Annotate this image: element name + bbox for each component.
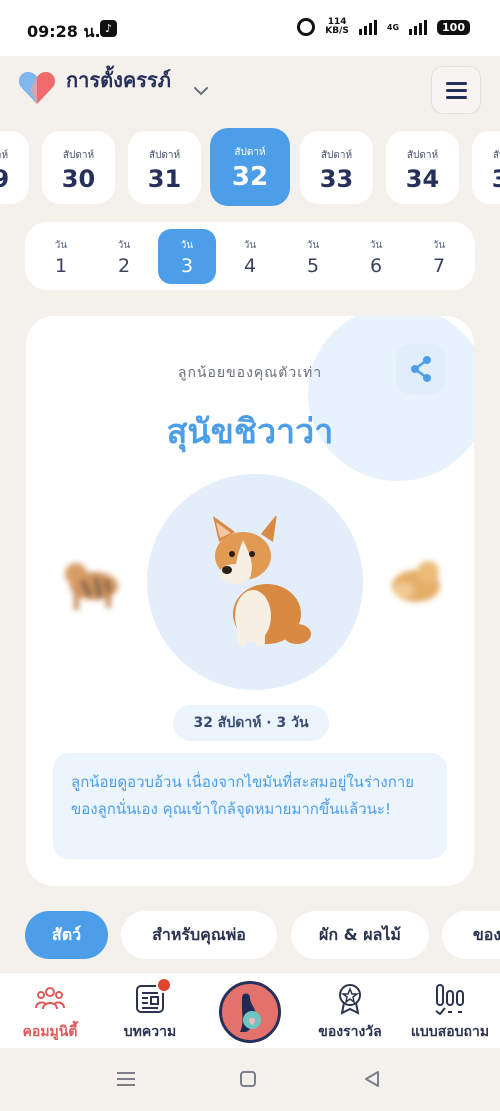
day-number: 7 — [432, 255, 446, 277]
status-icons: 114 KB/S 4G 100 — [297, 18, 470, 36]
nav-rewards-label: ของรางวัล — [318, 1024, 382, 1040]
week-number: 29 — [0, 165, 10, 193]
status-bar: 09:28 น. ♪ 114 KB/S 4G 100 — [0, 0, 500, 56]
status-time: 09:28 น. — [27, 22, 101, 41]
menu-button[interactable] — [431, 66, 481, 114]
week-item-active[interactable]: สัปดาห์ 32 — [210, 128, 290, 206]
day-item-active[interactable]: วัน 3 — [158, 229, 216, 284]
week-number: 30 — [61, 165, 96, 193]
week-day-badge: 32 สัปดาห์ · 3 วัน — [173, 705, 329, 741]
week-number: 31 — [147, 165, 182, 193]
baby-description: ลูกน้อยดูอวบอ้วน เนื่องจากไขมันที่สะสมอย… — [53, 753, 447, 859]
alarm-icon — [297, 18, 316, 36]
survey-icon — [435, 984, 464, 1015]
day-number: 3 — [180, 255, 194, 277]
tab-fruits-vegetables[interactable]: ผัก & ผลไม้ — [291, 911, 429, 959]
network-type: 4G — [386, 22, 400, 32]
baby-size-card: ลูกน้อยของคุณตัวเท่า สุนัขชิวาว่า 32 สัป… — [26, 316, 474, 886]
nav-articles[interactable]: บทความ — [100, 973, 200, 1049]
day-item[interactable]: วัน 4 — [221, 229, 279, 284]
network-speed-unit: KB/S — [325, 26, 349, 36]
category-tabs[interactable]: สัตว์ สำหรับคุณพ่อ ผัก & ผลไม้ ของ — [0, 908, 500, 964]
day-label: วัน — [180, 240, 194, 251]
pregnancy-icon — [226, 990, 274, 1038]
week-item[interactable]: สัปดาห์ 35 — [472, 131, 500, 204]
nav-community-label: คอมมูนิตี้ — [22, 1024, 78, 1040]
week-item[interactable]: สัปดาห์ 34 — [386, 131, 459, 204]
heart-logo-icon — [18, 72, 56, 104]
reward-badge-icon — [339, 984, 361, 1015]
week-label: สัปดาห์ — [406, 150, 439, 161]
week-item[interactable]: สัปดาห์ 29 — [0, 131, 29, 204]
network-speed: 114 KB/S — [325, 18, 349, 36]
day-item[interactable]: วัน 6 — [347, 229, 405, 284]
week-selector[interactable]: สัปดาห์ 29 สัปดาห์ 30 สัปดาห์ 31 สัปดาห์… — [0, 128, 500, 208]
day-label: วัน — [54, 240, 68, 251]
day-label: วัน — [369, 240, 383, 251]
day-item[interactable]: วัน 1 — [32, 229, 90, 284]
back-icon[interactable] — [363, 1070, 381, 1088]
week-label: สัปดาห์ — [0, 150, 9, 161]
nav-rewards[interactable]: ของรางวัล — [300, 973, 400, 1049]
week-item[interactable]: สัปดาห์ 31 — [128, 131, 201, 204]
app-header: การตั้งครรภ์ — [0, 56, 500, 126]
week-label: สัปดาห์ — [320, 150, 353, 161]
day-selector[interactable]: วัน 1 วัน 2 วัน 3 วัน 4 วัน 5 วัน 6 วัน … — [25, 222, 475, 290]
tiktok-icon: ♪ — [100, 20, 117, 37]
nav-survey[interactable]: แบบสอบถาม — [400, 973, 500, 1049]
nav-articles-label: บทความ — [123, 1024, 177, 1040]
recent-apps-icon[interactable] — [117, 1072, 135, 1086]
week-number: 32 — [231, 162, 269, 192]
share-icon — [411, 356, 431, 382]
nav-pregnancy-button[interactable] — [219, 981, 281, 1043]
previous-animal-image[interactable] — [60, 552, 124, 614]
hamburger-menu-icon — [446, 82, 467, 85]
week-item[interactable]: สัปดาห์ 33 — [300, 131, 373, 204]
system-navigation-bar — [0, 1048, 500, 1111]
day-label: วัน — [306, 240, 320, 251]
day-number: 2 — [117, 255, 131, 277]
day-label: วัน — [243, 240, 257, 251]
week-item[interactable]: สัปดาห์ 30 — [42, 131, 115, 204]
card-title: สุนัขชิวาว่า — [166, 412, 334, 452]
corgi-dog-image — [213, 516, 311, 646]
day-item[interactable]: วัน 7 — [410, 229, 468, 284]
battery-icon: 100 — [437, 19, 470, 35]
day-number: 6 — [369, 255, 383, 277]
week-label: สัปดาห์ — [234, 147, 266, 158]
next-animal-image[interactable] — [384, 556, 444, 608]
nav-community[interactable]: คอมมูนิตี้ — [0, 973, 100, 1049]
share-button[interactable] — [396, 344, 446, 394]
chevron-down-icon[interactable] — [190, 80, 212, 102]
day-item[interactable]: วัน 2 — [95, 229, 153, 284]
week-number: 34 — [405, 165, 440, 193]
day-label: วัน — [432, 240, 446, 251]
bottom-navigation: คอมมูนิตี้ บทความ ของรางวัล แบบสอบถาม — [0, 972, 500, 1048]
day-number: 4 — [243, 255, 257, 277]
tab-objects[interactable]: ของ — [442, 911, 500, 959]
signal-2-icon — [409, 19, 428, 35]
day-label: วัน — [117, 240, 131, 251]
community-icon — [35, 987, 65, 1010]
home-icon[interactable] — [240, 1071, 256, 1087]
nav-survey-label: แบบสอบถาม — [410, 1024, 490, 1040]
notification-badge — [156, 977, 172, 993]
tab-for-dads[interactable]: สำหรับคุณพ่อ — [121, 911, 277, 959]
day-number: 1 — [54, 255, 68, 277]
tab-animals[interactable]: สัตว์ — [25, 911, 108, 959]
week-number: 35 — [472, 165, 500, 193]
day-number: 5 — [306, 255, 320, 277]
week-label: สัปดาห์ — [492, 150, 500, 161]
signal-icon — [358, 19, 377, 35]
week-number: 33 — [319, 165, 354, 193]
week-label: สัปดาห์ — [62, 150, 95, 161]
week-label: สัปดาห์ — [148, 150, 181, 161]
day-item[interactable]: วัน 5 — [284, 229, 342, 284]
page-title[interactable]: การตั้งครรภ์ — [66, 66, 176, 95]
